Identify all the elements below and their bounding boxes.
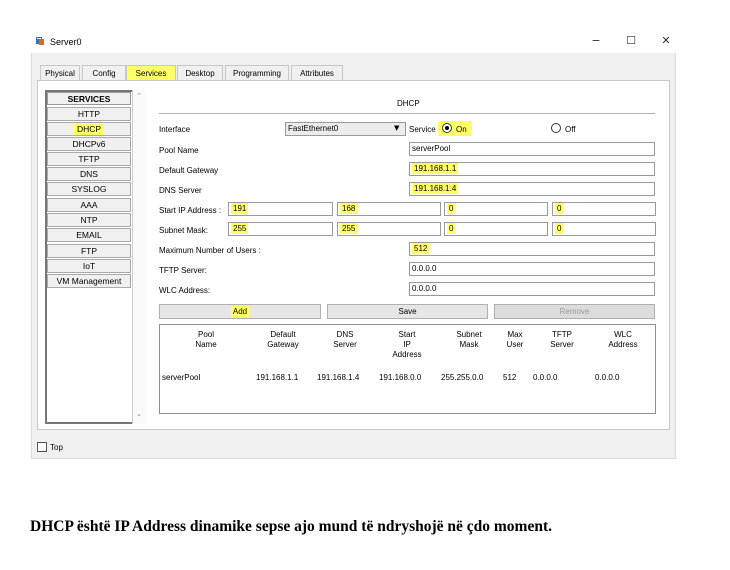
- service-item-ftp[interactable]: FTP: [47, 244, 131, 258]
- table-header-pool-name: Pool Name: [195, 330, 217, 349]
- start-ip-octet-2-value: 168: [340, 203, 358, 214]
- dns-server-label: DNS Server: [159, 186, 202, 195]
- subnet-mask-octet-3[interactable]: 0: [444, 222, 548, 236]
- interface-select[interactable]: FastEthernet0: [285, 122, 406, 136]
- service-item-ntp[interactable]: NTP: [47, 213, 131, 227]
- service-item-dhcpv6[interactable]: DHCPv6: [47, 137, 131, 151]
- service-off-radio[interactable]: [551, 123, 561, 133]
- maximize-button[interactable]: ☐: [621, 33, 641, 49]
- service-item-vm-management[interactable]: VM Management: [47, 274, 131, 288]
- table-header-default-gateway: Default Gateway: [267, 330, 299, 349]
- top-checkbox[interactable]: [37, 442, 47, 452]
- cell-start-ip: 191.168.0.0: [379, 373, 422, 382]
- pool-name-input[interactable]: serverPool: [409, 142, 655, 156]
- tab-config[interactable]: Config: [82, 65, 126, 81]
- wlc-address-input[interactable]: 0.0.0.0: [409, 282, 655, 296]
- services-header: SERVICES: [47, 92, 131, 105]
- service-off-label: Off: [565, 125, 576, 134]
- subnet-mask-octet-4-value: 0: [555, 223, 564, 234]
- table-header-max-user: Max User: [506, 330, 524, 349]
- tab-physical[interactable]: Physical: [40, 65, 80, 81]
- subnet-mask-octet-2-value: 255: [340, 223, 358, 234]
- service-item-tftp[interactable]: TFTP: [47, 152, 131, 166]
- service-item-email[interactable]: EMAIL: [47, 228, 131, 242]
- save-button[interactable]: Save: [327, 304, 488, 319]
- default-gateway-value: 191.168.1.1: [412, 163, 459, 174]
- dhcp-section-title: DHCP: [397, 99, 420, 108]
- start-ip-octet-3[interactable]: 0: [444, 202, 548, 216]
- service-on-label: On: [456, 125, 467, 134]
- subnet-mask-octet-2[interactable]: 255: [337, 222, 441, 236]
- start-ip-octet-4-value: 0: [555, 203, 564, 214]
- add-button[interactable]: Add: [159, 304, 321, 319]
- service-item-aaa[interactable]: AAA: [47, 198, 131, 212]
- interface-label: Interface: [159, 125, 191, 134]
- subnet-mask-octet-1[interactable]: 255: [228, 222, 333, 236]
- close-button[interactable]: ✕: [656, 33, 676, 49]
- max-users-label: Maximum Number of Users :: [159, 246, 261, 255]
- pool-name-label: Pool Name: [159, 146, 199, 155]
- start-ip-octet-4[interactable]: 0: [552, 202, 656, 216]
- start-ip-octet-1[interactable]: 191: [228, 202, 333, 216]
- remove-button[interactable]: Remove: [494, 304, 655, 319]
- start-ip-octet-3-value: 0: [447, 203, 456, 214]
- tab-programming[interactable]: Programming: [225, 65, 289, 81]
- cell-max-user: 512: [503, 373, 517, 382]
- top-label: Top: [50, 443, 63, 452]
- default-gateway-input[interactable]: 191.168.1.1: [409, 162, 655, 176]
- cell-pool-name: serverPool: [162, 373, 201, 382]
- tab-services[interactable]: Services: [126, 65, 176, 81]
- service-item-dhcp-label: DHCP: [73, 124, 105, 135]
- subnet-mask-octet-1-value: 255: [231, 223, 249, 234]
- service-item-http[interactable]: HTTP: [47, 107, 131, 121]
- table-header-subnet-mask: Subnet Mask: [456, 330, 482, 349]
- scroll-up-icon[interactable]: ⌃: [134, 92, 144, 100]
- table-header-dns-server: DNS Server: [333, 330, 357, 349]
- subnet-mask-octet-3-value: 0: [447, 223, 456, 234]
- tab-attributes[interactable]: Attributes: [291, 65, 343, 81]
- title-bar[interactable]: [31, 31, 676, 53]
- window-title: Server0: [50, 37, 82, 47]
- tftp-server-label: TFTP Server:: [159, 266, 207, 275]
- table-header-wlc-address: WLC Address: [608, 330, 638, 349]
- service-item-dhcp[interactable]: DHCP: [47, 122, 131, 136]
- service-item-iot[interactable]: IoT: [47, 259, 131, 273]
- table-header-tftp-server: TFTP Server: [550, 330, 574, 349]
- cell-dns-server: 191.168.1.4: [317, 373, 360, 382]
- subnet-mask-octet-4[interactable]: 0: [552, 222, 656, 236]
- start-ip-octet-2[interactable]: 168: [337, 202, 441, 216]
- section-divider: [159, 113, 655, 114]
- cell-default-gateway: 191.168.1.1: [256, 373, 299, 382]
- cell-subnet-mask: 255.255.0.0: [441, 373, 484, 382]
- cell-wlc-address: 0.0.0.0: [595, 373, 620, 382]
- minimize-button[interactable]: −: [586, 33, 606, 49]
- subnet-mask-label: Subnet Mask:: [159, 226, 208, 235]
- add-button-label: Add: [230, 306, 250, 317]
- max-users-input[interactable]: 512: [409, 242, 655, 256]
- caption-text: DHCP është IP Address dinamike sepse ajo…: [30, 518, 553, 535]
- scroll-down-icon[interactable]: ⌄: [134, 410, 144, 418]
- dns-server-input[interactable]: 191.168.1.4: [409, 182, 655, 196]
- service-item-syslog[interactable]: SYSLOG: [47, 182, 131, 196]
- services-scrollbar[interactable]: [132, 90, 146, 424]
- dns-server-value: 191.168.1.4: [412, 183, 459, 194]
- tab-desktop[interactable]: Desktop: [177, 65, 223, 81]
- start-ip-octet-1-value: 191: [231, 203, 249, 214]
- table-header-start-ip: Start IP Address: [392, 330, 422, 359]
- cell-tftp-server: 0.0.0.0: [533, 373, 558, 382]
- max-users-value: 512: [412, 243, 430, 254]
- tftp-server-input[interactable]: 0.0.0.0: [409, 262, 655, 276]
- radio-selected-icon: [445, 126, 449, 130]
- service-item-dns[interactable]: DNS: [47, 167, 131, 181]
- default-gateway-label: Default Gateway: [159, 166, 219, 175]
- service-label: Service: [409, 125, 436, 134]
- start-ip-label: Start IP Address :: [159, 206, 222, 215]
- dropdown-arrow-icon[interactable]: ▼: [394, 124, 399, 132]
- server-icon: [36, 37, 44, 45]
- wlc-address-label: WLC Address:: [159, 286, 211, 295]
